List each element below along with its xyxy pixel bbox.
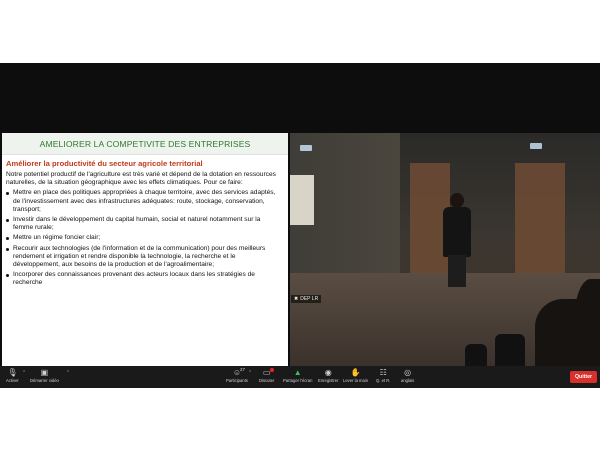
video-wall-panel bbox=[515, 163, 565, 283]
slide-bullet: Recourir aux technologies (de l'informat… bbox=[6, 245, 282, 270]
mute-button[interactable]: 🎙 Activer bbox=[6, 368, 19, 384]
slide-bullet: Incorporer des connaissances provenant d… bbox=[6, 271, 282, 287]
slide-subtitle: Améliorer la productivité du secteur agr… bbox=[6, 159, 203, 168]
exit-sign bbox=[530, 143, 542, 149]
language-label: anglais bbox=[401, 378, 415, 383]
record-button[interactable]: ◉ Enregistrer bbox=[318, 368, 338, 384]
slide-bullet-text: Mettre un régime foncier clair; bbox=[13, 234, 101, 242]
chat-unread-dot bbox=[270, 368, 274, 372]
share-screen-label: Partager l'écran bbox=[283, 378, 313, 383]
meeting-window: AMELIORER LA COMPETIVITE DES ENTREPRISES… bbox=[0, 63, 600, 388]
leave-meeting-button[interactable]: Quitter bbox=[569, 371, 597, 383]
participants-count: 27 bbox=[240, 367, 245, 372]
mic-muted-icon: ✖ bbox=[294, 296, 299, 302]
bullet-dot-icon bbox=[6, 192, 9, 196]
slide-bullet-text: Investir dans le développement du capita… bbox=[13, 216, 261, 232]
raise-hand-button[interactable]: ✋ Lever la main bbox=[343, 368, 368, 384]
start-video-label: Démarrer vidéo bbox=[30, 378, 59, 383]
bullet-dot-icon bbox=[6, 247, 9, 251]
participants-caret-icon[interactable]: ⌃ bbox=[248, 370, 252, 376]
video-banner bbox=[290, 175, 314, 225]
slide-bullet-text: Recourir aux technologies (de l'informat… bbox=[13, 244, 266, 269]
mute-label: Activer bbox=[6, 378, 19, 383]
share-screen-icon: ▲ bbox=[293, 368, 302, 377]
qa-label: Q. et R. bbox=[376, 378, 391, 383]
audience-member bbox=[575, 279, 600, 369]
video-camera-off-icon: ▣ bbox=[40, 368, 49, 377]
slide-bullet-list: Mettre en place des politiques approprié… bbox=[2, 189, 288, 287]
video-options-caret-icon[interactable]: ⌃ bbox=[66, 370, 70, 376]
slide-title-bar: AMELIORER LA COMPETIVITE DES ENTREPRISES bbox=[2, 133, 288, 155]
microphone-muted-icon: 🎙 bbox=[7, 368, 18, 377]
bullet-dot-icon bbox=[6, 274, 9, 278]
globe-icon: ◎ bbox=[404, 368, 412, 377]
chat-label: Discuter bbox=[259, 378, 275, 383]
qa-icon: ☷ bbox=[379, 368, 387, 377]
slide-bullet: Mettre un régime foncier clair; bbox=[6, 234, 282, 242]
participant-name-tag: ✖ DEP LR bbox=[291, 295, 322, 303]
bullet-dot-icon bbox=[6, 237, 9, 241]
slide-bullet-text: Incorporer des connaissances provenant d… bbox=[13, 271, 255, 287]
participants-label: Participants bbox=[226, 378, 248, 383]
share-screen-button[interactable]: ▲ Partager l'écran bbox=[283, 368, 312, 384]
slide-bullet: Investir dans le développement du capita… bbox=[6, 216, 282, 232]
slide-bullet: Mettre en place des politiques approprié… bbox=[6, 189, 282, 214]
slide-intro: Notre potentiel productif de l'agricultu… bbox=[6, 171, 276, 187]
record-icon: ◉ bbox=[324, 368, 332, 377]
qa-button[interactable]: ☷ Q. et R. bbox=[376, 368, 390, 384]
start-video-button[interactable]: ▣ Démarrer vidéo bbox=[30, 368, 59, 384]
speaker-figure bbox=[438, 193, 476, 288]
exit-sign bbox=[300, 145, 312, 151]
language-interpretation-button[interactable]: ◎ anglais bbox=[401, 368, 414, 384]
participant-name: DEP LR bbox=[300, 296, 319, 302]
speaker-video[interactable] bbox=[290, 133, 600, 369]
slide-title: AMELIORER LA COMPETIVITE DES ENTREPRISES bbox=[39, 138, 251, 149]
bullet-dot-icon bbox=[6, 219, 9, 223]
record-label: Enregistrer bbox=[318, 378, 339, 383]
raise-hand-label: Lever la main bbox=[343, 378, 369, 383]
slide-bullet-text: Mettre en place des politiques approprié… bbox=[13, 189, 276, 213]
hand-icon: ✋ bbox=[350, 368, 361, 377]
shared-slide: AMELIORER LA COMPETIVITE DES ENTREPRISES… bbox=[2, 133, 288, 369]
audience-chair bbox=[495, 334, 525, 369]
meeting-toolbar: 🎙 Activer ⌃ ▣ Démarrer vidéo ⌃ ☺ Partici… bbox=[0, 366, 600, 388]
audio-options-caret-icon[interactable]: ⌃ bbox=[22, 370, 26, 376]
